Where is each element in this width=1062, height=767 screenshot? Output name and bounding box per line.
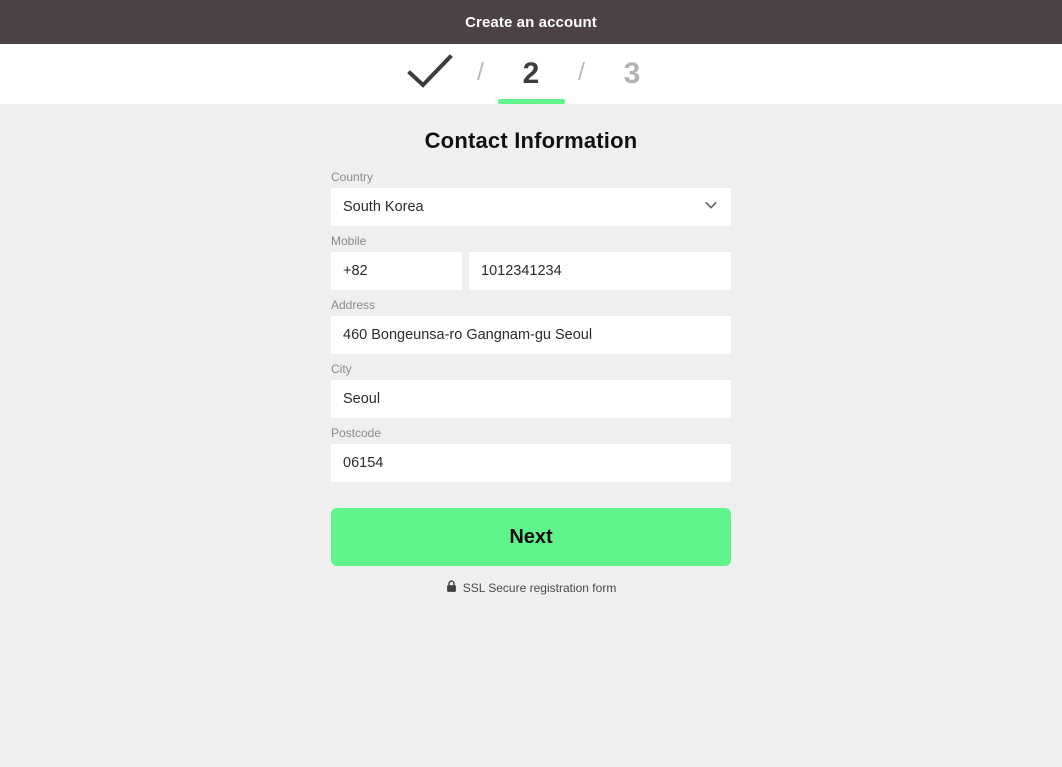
step-item-2[interactable]: 2 (497, 44, 565, 104)
check-icon (404, 52, 456, 97)
step-separator-2: / (565, 58, 599, 87)
mobile-row (331, 252, 731, 290)
step-active-underline (497, 99, 565, 104)
address-input[interactable] (331, 316, 731, 354)
step-indicator-row: / 2 / 3 (397, 44, 666, 104)
contact-information-form: Contact Information Country South Korea … (331, 128, 731, 596)
main-content: Contact Information Country South Korea … (0, 104, 1062, 767)
field-group-country: Country South Korea (331, 170, 731, 226)
mobile-number-input[interactable] (469, 252, 731, 290)
step-indicator: / 2 / 3 (0, 44, 1062, 104)
step-separator-label: / (578, 57, 585, 86)
country-select[interactable]: South Korea (331, 188, 731, 226)
ssl-secure-note: SSL Secure registration form (331, 580, 731, 596)
chevron-down-icon (703, 197, 719, 217)
step-item-3-label: 3 (623, 57, 641, 90)
app-header: Create an account (0, 0, 1062, 44)
field-group-city: City (331, 362, 731, 418)
step-item-3[interactable]: 3 (599, 44, 666, 104)
step-separator-label: / (477, 57, 484, 86)
country-label: Country (331, 170, 374, 184)
ssl-secure-label: SSL Secure registration form (462, 581, 617, 595)
step-separator-1: / (464, 58, 498, 87)
step-item-1[interactable] (397, 44, 464, 104)
field-group-mobile: Mobile (331, 234, 731, 290)
postcode-label: Postcode (331, 426, 382, 440)
city-label: City (331, 362, 352, 376)
country-select-value: South Korea (343, 199, 424, 215)
next-button[interactable]: Next (331, 508, 731, 566)
mobile-label: Mobile (331, 234, 367, 248)
mobile-country-code-input[interactable] (331, 252, 462, 290)
city-input[interactable] (331, 380, 731, 418)
app-header-title: Create an account (465, 13, 597, 31)
lock-icon (446, 580, 457, 596)
field-group-address: Address (331, 298, 731, 354)
field-group-postcode: Postcode (331, 426, 731, 482)
page-title: Contact Information (424, 128, 638, 153)
address-label: Address (331, 298, 376, 312)
postcode-input[interactable] (331, 444, 731, 482)
step-item-2-label: 2 (522, 57, 540, 90)
